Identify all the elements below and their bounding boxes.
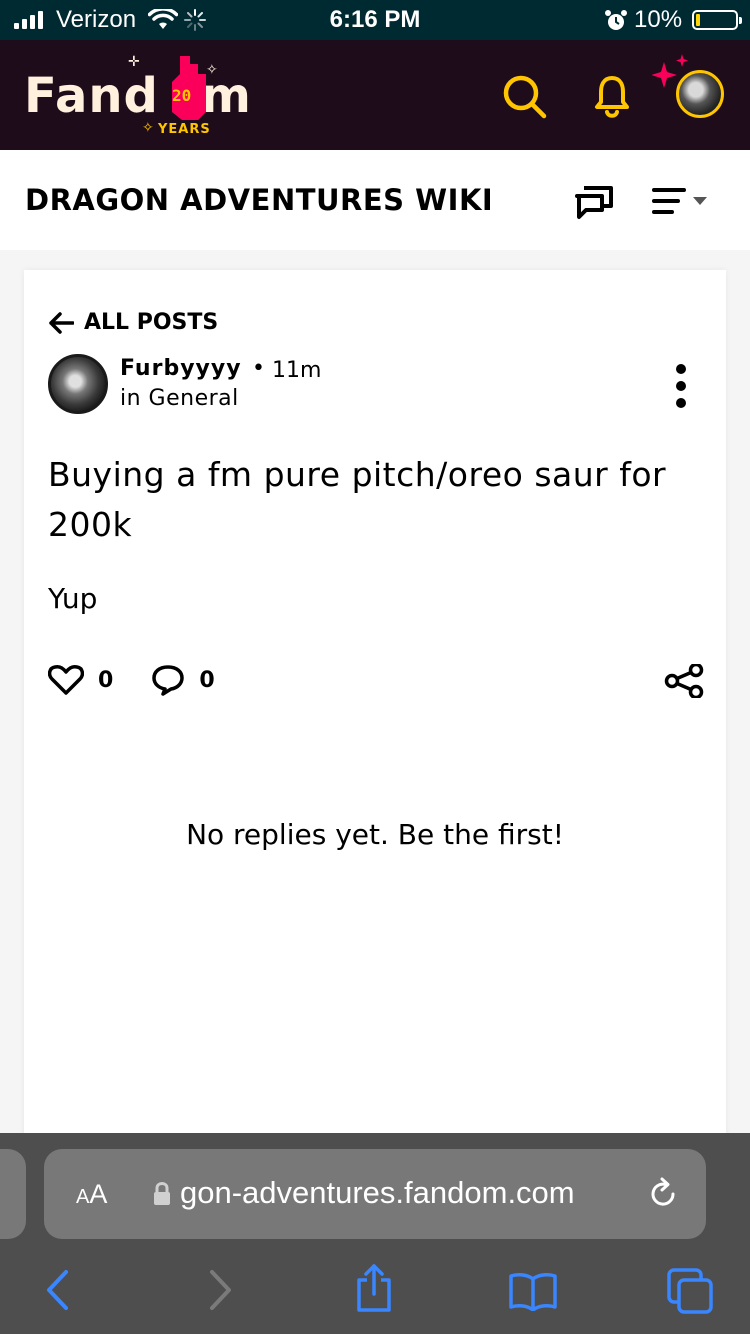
post-category[interactable]: in General (120, 386, 239, 411)
author-name[interactable]: Furbyyyy (120, 356, 242, 381)
empty-replies-message: No replies yet. Be the first! (186, 818, 564, 851)
more-options-icon[interactable] (676, 364, 686, 408)
share-icon[interactable] (664, 664, 704, 698)
discussions-icon[interactable] (574, 184, 614, 220)
reply-bubble-icon[interactable] (151, 664, 185, 696)
browser-chrome: AA gon-adventures.fandom.com (0, 1133, 750, 1334)
heart-icon[interactable] (48, 664, 84, 696)
text-size-large-a: A (89, 1179, 108, 1209)
back-arrow-icon[interactable] (44, 1269, 72, 1311)
status-bar: Verizon 6:16 PM 10% (0, 0, 750, 40)
menu-icon (652, 188, 686, 214)
previous-tab-peek[interactable] (0, 1149, 26, 1239)
post-title: Buying a fm pure pitch/oreo saur for 200… (48, 455, 667, 544)
lock-icon (154, 1182, 170, 1205)
like-count: 0 (98, 667, 114, 693)
sparkle-icon: ✧ (142, 120, 154, 136)
share-sheet-icon[interactable] (354, 1263, 394, 1313)
alarm-icon (605, 10, 627, 30)
sparkle-icon: ✛ (128, 54, 140, 70)
search-icon[interactable] (502, 74, 548, 120)
sparkle-icon: ✧ (206, 62, 218, 78)
arrow-left-icon (49, 311, 74, 334)
user-avatar[interactable] (676, 70, 724, 118)
address-bar[interactable]: AA gon-adventures.fandom.com (44, 1149, 706, 1239)
all-posts-link[interactable]: ALL POSTS (48, 310, 218, 335)
post-actions: 0 0 (48, 664, 215, 696)
wiki-title[interactable]: DRAGON ADVENTURES WIKI (25, 183, 493, 217)
tabs-icon[interactable] (666, 1267, 714, 1315)
text-size-button[interactable]: AA (76, 1179, 107, 1210)
logo-left-text: Fand (24, 68, 159, 124)
logo-years: YEARS (158, 122, 211, 137)
forward-arrow-icon[interactable] (206, 1269, 234, 1311)
meta-separator: • (252, 356, 265, 381)
post-card: ALL POSTS Furbyyyy • 11m in General Buyi… (24, 270, 726, 1150)
all-posts-label: ALL POSTS (84, 310, 219, 335)
fandom-header: Fand m 20 YEARS ✛ ✧ ✧ (0, 40, 750, 150)
bookmarks-icon[interactable] (508, 1271, 558, 1311)
author-avatar[interactable] (48, 354, 108, 414)
reload-icon[interactable] (646, 1177, 680, 1211)
bell-icon[interactable] (594, 74, 630, 120)
chevron-down-icon (693, 197, 707, 205)
wiki-header: DRAGON ADVENTURES WIKI (0, 150, 750, 250)
logo-badge: 20 (172, 86, 192, 105)
reply-count: 0 (199, 667, 215, 693)
text-size-small-a: A (76, 1186, 90, 1208)
battery-percent: 10% (634, 6, 683, 33)
url-text[interactable]: gon-adventures.fandom.com (180, 1175, 575, 1211)
battery-icon (692, 10, 742, 30)
wiki-menu-button[interactable] (652, 186, 708, 216)
post-time: 11m (272, 358, 322, 383)
post-body: Yup (48, 582, 98, 615)
